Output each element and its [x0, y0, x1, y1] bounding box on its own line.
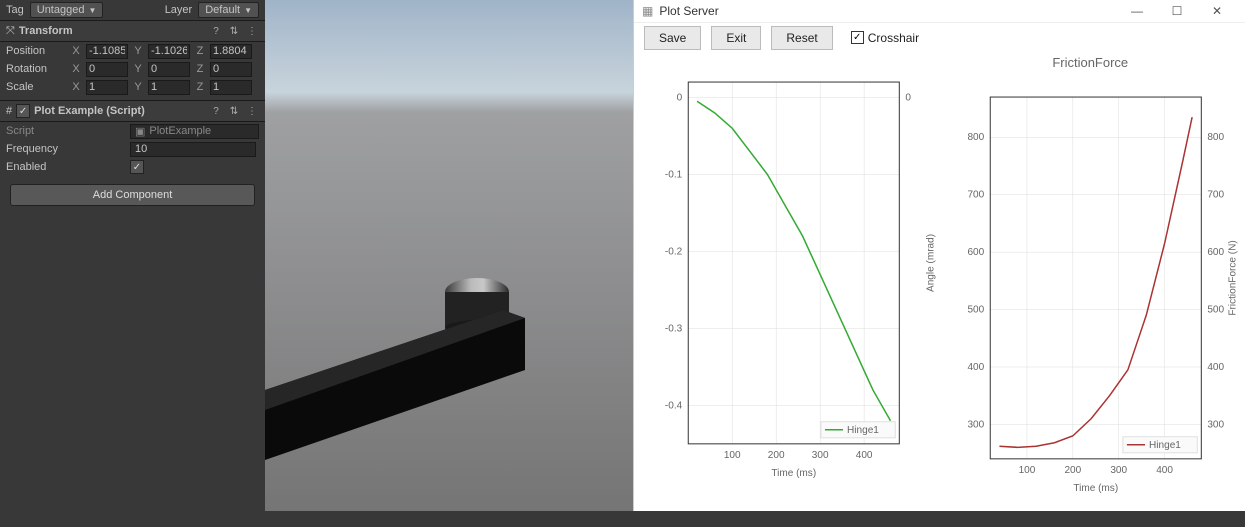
angle-chart[interactable]: 1002003004000-0.1-0.2-0.3-0.40-100-200-3…: [638, 53, 940, 501]
transform-header[interactable]: ⤧ Transform ? ⇅ ⋮: [0, 20, 265, 42]
svg-text:800: 800: [1207, 132, 1224, 143]
rotation-label: Rotation: [6, 63, 66, 75]
svg-text:200: 200: [1064, 465, 1081, 476]
app-icon: ▦: [642, 4, 653, 18]
script-label: Script: [6, 125, 126, 137]
rotation-z-input[interactable]: [210, 62, 252, 77]
reset-button[interactable]: Reset: [771, 26, 832, 50]
inspector-panel: Tag Untagged ▼ Layer Default ▼ ⤧ Transfo…: [0, 0, 265, 511]
svg-text:Time (ms): Time (ms): [771, 468, 816, 479]
scale-x-input[interactable]: [86, 80, 128, 95]
transform-icon: ⤧: [6, 25, 15, 38]
svg-text:100: 100: [1018, 465, 1035, 476]
enabled-checkbox[interactable]: [130, 160, 144, 174]
svg-text:400: 400: [967, 362, 984, 373]
svg-text:700: 700: [1207, 190, 1224, 201]
scale-label: Scale: [6, 81, 66, 93]
svg-text:300: 300: [967, 419, 984, 430]
preset-icon[interactable]: ⇅: [227, 104, 241, 118]
frequency-input[interactable]: [130, 142, 256, 157]
svg-text:Hinge1: Hinge1: [1149, 440, 1181, 451]
window-titlebar[interactable]: ▦ Plot Server — ☐ ✕: [634, 0, 1245, 23]
crosshair-checkbox[interactable]: [851, 31, 864, 44]
plot-toolbar: Save Exit Reset Crosshair: [634, 23, 1245, 53]
svg-text:-0.2: -0.2: [665, 246, 683, 257]
layer-label: Layer: [165, 4, 193, 16]
svg-text:500: 500: [1207, 304, 1224, 315]
preset-icon[interactable]: ⇅: [227, 24, 241, 38]
svg-text:0: 0: [677, 92, 683, 103]
rotation-y-input[interactable]: [148, 62, 190, 77]
scene-mesh: [265, 260, 615, 460]
scene-viewport[interactable]: [265, 0, 633, 511]
position-label: Position: [6, 45, 66, 57]
scale-z-input[interactable]: [210, 80, 252, 95]
svg-text:300: 300: [812, 450, 829, 461]
rotation-x-input[interactable]: [86, 62, 128, 77]
plot-server-window: ▦ Plot Server — ☐ ✕ Save Exit Reset Cros…: [633, 0, 1245, 511]
component-title: Plot Example (Script): [34, 105, 205, 117]
component-enabled-checkbox[interactable]: [16, 104, 30, 118]
svg-text:600: 600: [1207, 247, 1224, 258]
exit-button[interactable]: Exit: [711, 26, 761, 50]
enabled-label: Enabled: [6, 161, 126, 173]
frequency-label: Frequency: [6, 143, 126, 155]
component-title: Transform: [19, 25, 205, 37]
svg-text:200: 200: [768, 450, 785, 461]
chevron-down-icon: ▼: [88, 6, 96, 15]
tag-dropdown[interactable]: Untagged ▼: [30, 2, 104, 18]
svg-text:400: 400: [1156, 465, 1173, 476]
chevron-down-icon: ▼: [244, 6, 252, 15]
svg-text:Hinge1: Hinge1: [847, 425, 879, 436]
svg-text:300: 300: [1110, 465, 1127, 476]
layer-dropdown[interactable]: Default ▼: [198, 2, 259, 18]
menu-icon[interactable]: ⋮: [245, 24, 259, 38]
save-button[interactable]: Save: [644, 26, 701, 50]
position-z-input[interactable]: [210, 44, 252, 59]
svg-text:-0.3: -0.3: [665, 323, 683, 334]
svg-text:0: 0: [905, 92, 911, 103]
svg-text:800: 800: [967, 132, 984, 143]
window-title: Plot Server: [659, 4, 718, 18]
position-y-input[interactable]: [148, 44, 190, 59]
svg-text:500: 500: [967, 304, 984, 315]
position-x-input[interactable]: [86, 44, 128, 59]
add-component-button[interactable]: Add Component: [10, 184, 255, 206]
svg-text:400: 400: [1207, 362, 1224, 373]
svg-text:FrictionForce (N): FrictionForce (N): [1227, 240, 1238, 315]
help-icon[interactable]: ?: [209, 104, 223, 118]
help-icon[interactable]: ?: [209, 24, 223, 38]
script-file-icon: ▣: [135, 125, 145, 138]
svg-text:100: 100: [724, 450, 741, 461]
svg-text:-0.1: -0.1: [665, 169, 683, 180]
svg-text:700: 700: [967, 190, 984, 201]
tag-label: Tag: [6, 4, 24, 16]
script-icon: #: [6, 105, 12, 117]
svg-text:Angle (mrad): Angle (mrad): [925, 234, 936, 292]
svg-text:-0.4: -0.4: [665, 400, 683, 411]
menu-icon[interactable]: ⋮: [245, 104, 259, 118]
maximize-button[interactable]: ☐: [1157, 0, 1197, 22]
minimize-button[interactable]: —: [1117, 0, 1157, 22]
script-field[interactable]: ▣ PlotExample: [130, 124, 259, 139]
svg-text:400: 400: [856, 450, 873, 461]
svg-text:300: 300: [1207, 419, 1224, 430]
svg-text:600: 600: [967, 247, 984, 258]
chart-title: FrictionForce: [940, 53, 1242, 74]
close-button[interactable]: ✕: [1197, 0, 1237, 22]
crosshair-label: Crosshair: [868, 31, 919, 45]
svg-text:Time (ms): Time (ms): [1073, 483, 1118, 494]
plot-example-header[interactable]: # Plot Example (Script) ? ⇅ ⋮: [0, 100, 265, 122]
crosshair-checkbox-wrap[interactable]: Crosshair: [851, 31, 919, 45]
friction-chart[interactable]: FrictionForce 100 200 300 400 300 400 500 600 70…: [940, 53, 1242, 501]
scale-y-input[interactable]: [148, 80, 190, 95]
